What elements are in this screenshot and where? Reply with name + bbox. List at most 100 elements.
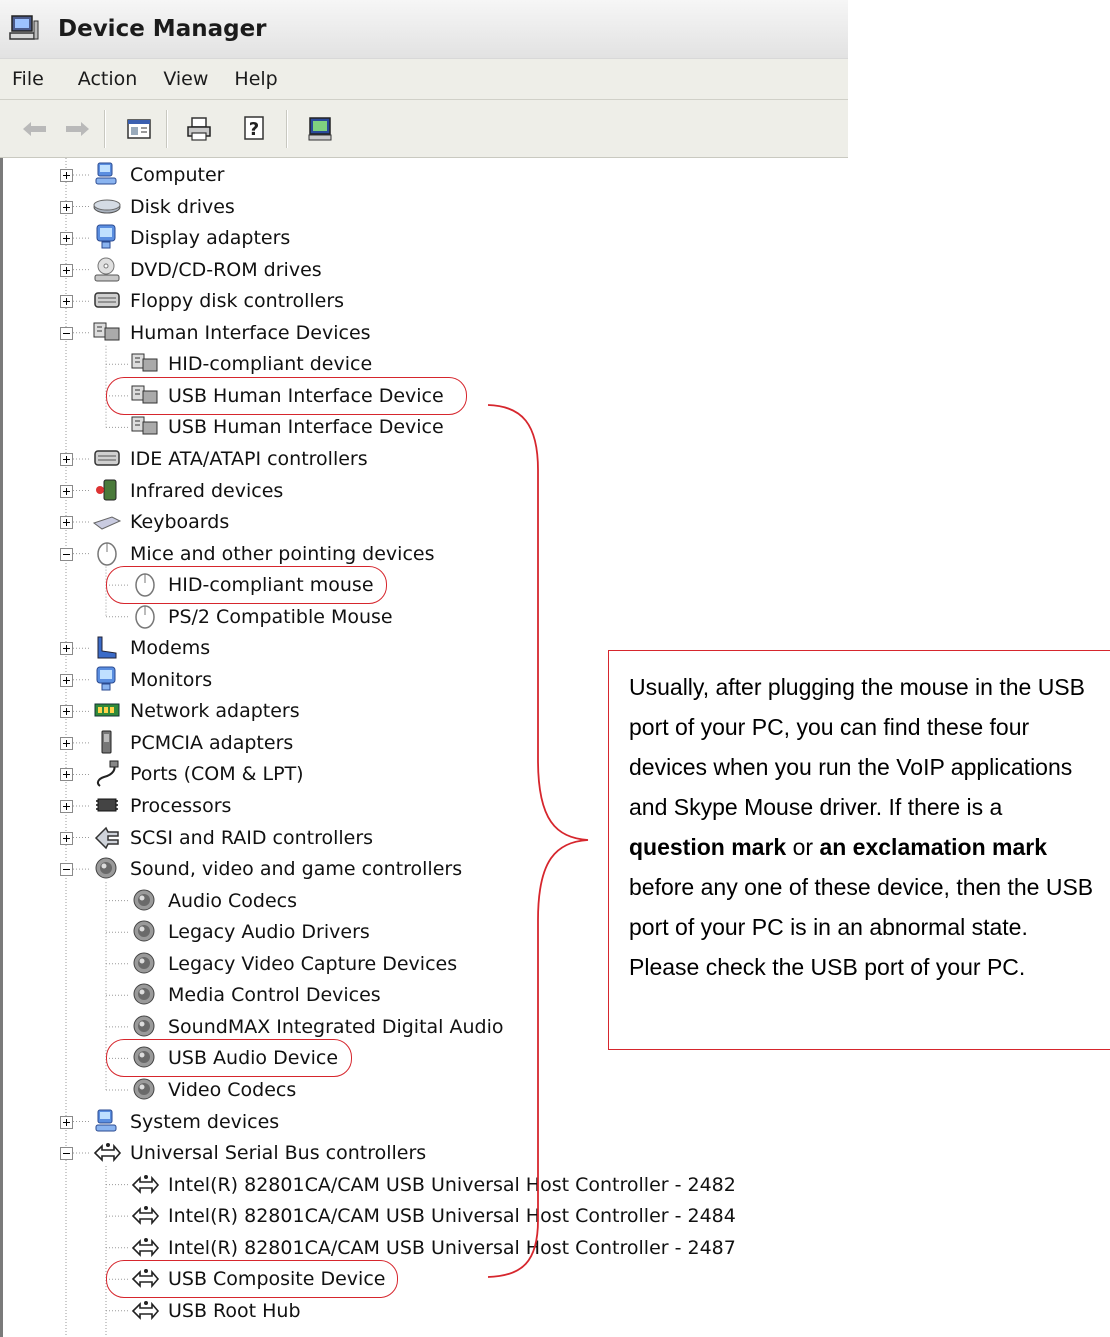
expand-plus-icon[interactable] — [60, 516, 73, 530]
dvd-icon — [92, 255, 122, 285]
sound-icon — [130, 1075, 160, 1105]
tree-category-modems[interactable]: Modems — [92, 633, 210, 663]
tree-category-computer[interactable]: Computer — [92, 160, 224, 190]
computer-icon — [92, 160, 122, 190]
expand-plus-icon[interactable] — [60, 831, 73, 845]
expand-plus-icon[interactable] — [60, 642, 73, 656]
collapse-minus-icon[interactable] — [60, 1147, 73, 1161]
sound-icon — [130, 1012, 160, 1042]
expand-plus-icon[interactable] — [60, 200, 73, 214]
menu-action[interactable]: Action — [66, 68, 152, 90]
sound-icon — [130, 1043, 160, 1073]
properties-button[interactable] — [122, 112, 156, 146]
tree-device-ps-2-compatible-mouse[interactable]: PS/2 Compatible Mouse — [130, 602, 393, 632]
tree-category-scsi-and-raid-controllers[interactable]: SCSI and RAID controllers — [92, 823, 373, 853]
collapse-minus-icon[interactable] — [60, 326, 73, 340]
print-icon — [187, 117, 211, 141]
tree-device-hid-compliant-mouse[interactable]: HID-compliant mouse — [130, 570, 374, 600]
tree-device-usb-audio-device[interactable]: USB Audio Device — [130, 1043, 338, 1073]
tree-category-monitors[interactable]: Monitors — [92, 665, 212, 695]
monitor-icon — [92, 223, 122, 253]
tree-device-intel-r-82801ca-cam-usb-universal-host-controller-2487[interactable]: Intel(R) 82801CA/CAM USB Universal Host … — [130, 1233, 736, 1263]
tree-category-ports-com-lpt[interactable]: Ports (COM & LPT) — [92, 759, 304, 789]
tree-category-ide-ata-atapi-controllers[interactable]: IDE ATA/ATAPI controllers — [92, 444, 368, 474]
mouse-icon — [92, 539, 122, 569]
menu-view[interactable]: View — [151, 68, 222, 90]
tree-item-label: Modems — [130, 637, 211, 660]
tree-device-audio-codecs[interactable]: Audio Codecs — [130, 886, 297, 916]
tree-device-soundmax-integrated-digital-audio[interactable]: SoundMAX Integrated Digital Audio — [130, 1012, 503, 1042]
port-icon — [92, 759, 122, 789]
expand-plus-icon[interactable] — [60, 263, 73, 277]
tree-category-keyboards[interactable]: Keyboards — [92, 507, 229, 537]
tree-category-pcmcia-adapters[interactable]: PCMCIA adapters — [92, 728, 293, 758]
tree-device-usb-human-interface-device[interactable]: USB Human Interface Device — [130, 412, 444, 442]
tree-device-video-codecs[interactable]: Video Codecs — [130, 1075, 296, 1105]
expand-plus-icon[interactable] — [60, 169, 73, 182]
mouse-icon — [130, 602, 160, 632]
tree-device-intel-r-82801ca-cam-usb-universal-host-controller-2482[interactable]: Intel(R) 82801CA/CAM USB Universal Host … — [130, 1170, 736, 1200]
tree-item-label: Computer — [130, 164, 225, 186]
usb-icon — [130, 1264, 160, 1294]
help-button[interactable]: ? — [238, 112, 272, 146]
tree-device-media-control-devices[interactable]: Media Control Devices — [130, 980, 381, 1010]
tree-category-processors[interactable]: Processors — [92, 791, 231, 821]
tree-device-legacy-video-capture-devices[interactable]: Legacy Video Capture Devices — [130, 949, 457, 979]
tree-category-sound-video-and-game-controllers[interactable]: Sound, video and game controllers — [92, 854, 462, 884]
tree-device-hid-compliant-device[interactable]: HID-compliant device — [130, 349, 372, 379]
tree-category-dvd-cd-rom-drives[interactable]: DVD/CD-ROM drives — [92, 255, 322, 285]
expand-plus-icon[interactable] — [60, 452, 73, 466]
hid-icon — [130, 381, 160, 411]
tree-device-intel-r-82801ca-cam-usb-universal-host-controller-2484[interactable]: Intel(R) 82801CA/CAM USB Universal Host … — [130, 1201, 736, 1231]
tree-device-usb-root-hub[interactable]: USB Root Hub — [130, 1296, 301, 1326]
tree-item-label: Infrared devices — [130, 479, 284, 502]
expand-plus-icon[interactable] — [60, 800, 73, 813]
tree-item-label: Intel(R) 82801CA/CAM USB Universal Host … — [168, 1236, 736, 1259]
tree-category-display-adapters[interactable]: Display adapters — [92, 223, 290, 253]
menu-file[interactable]: File — [0, 68, 58, 90]
tree-device-legacy-audio-drivers[interactable]: Legacy Audio Drivers — [130, 917, 370, 947]
mouse-icon — [130, 570, 160, 600]
tree-device-usb-human-interface-device[interactable]: USB Human Interface Device — [130, 381, 444, 411]
collapse-minus-icon[interactable] — [60, 863, 73, 877]
tree-category-network-adapters[interactable]: Network adapters — [92, 696, 300, 726]
properties-icon — [127, 119, 151, 139]
expand-plus-icon[interactable] — [60, 673, 73, 687]
usb-icon — [92, 1138, 122, 1168]
tree-category-system-devices[interactable]: System devices — [92, 1107, 279, 1137]
forward-button[interactable] — [60, 112, 94, 146]
scan-button[interactable] — [304, 112, 338, 146]
tree-item-label: Keyboards — [130, 511, 230, 534]
controller-icon — [92, 286, 122, 316]
expand-plus-icon[interactable] — [60, 484, 73, 498]
callout-bold-1: question mark — [629, 834, 787, 860]
menu-help[interactable]: Help — [222, 68, 291, 90]
tree-category-human-interface-devices[interactable]: Human Interface Devices — [92, 318, 371, 348]
expand-plus-icon[interactable] — [60, 705, 73, 719]
tree-category-universal-serial-bus-controllers[interactable]: Universal Serial Bus controllers — [92, 1138, 426, 1168]
expand-plus-icon[interactable] — [60, 768, 73, 782]
tree-category-floppy-disk-controllers[interactable]: Floppy disk controllers — [92, 286, 344, 316]
tree-item-label: Human Interface Devices — [130, 321, 371, 344]
tree-category-disk-drives[interactable]: Disk drives — [92, 192, 235, 222]
tree-item-label: Video Codecs — [168, 1078, 297, 1101]
expand-plus-icon[interactable] — [60, 1115, 73, 1129]
tree-category-infrared-devices[interactable]: Infrared devices — [92, 476, 283, 506]
tree-item-label: USB Composite Device — [168, 1268, 386, 1291]
expand-plus-icon[interactable] — [60, 295, 73, 309]
print-button[interactable] — [182, 112, 216, 146]
toolbar: ? — [0, 100, 848, 158]
back-button[interactable] — [18, 112, 52, 146]
usb-icon — [130, 1233, 160, 1263]
help-icon: ? — [244, 116, 264, 140]
svg-text:?: ? — [249, 119, 259, 140]
expand-plus-icon[interactable] — [60, 736, 73, 750]
expand-plus-icon[interactable] — [60, 232, 73, 246]
tree-device-usb-composite-device[interactable]: USB Composite Device — [130, 1264, 385, 1294]
tree-item-label: Audio Codecs — [168, 889, 298, 912]
collapse-minus-icon[interactable] — [60, 547, 73, 561]
tree-item-label: Media Control Devices — [168, 984, 381, 1007]
tree-item-label: USB Root Hub — [168, 1299, 301, 1322]
sound-icon — [130, 886, 160, 916]
tree-category-mice-and-other-pointing-devices[interactable]: Mice and other pointing devices — [92, 539, 434, 569]
